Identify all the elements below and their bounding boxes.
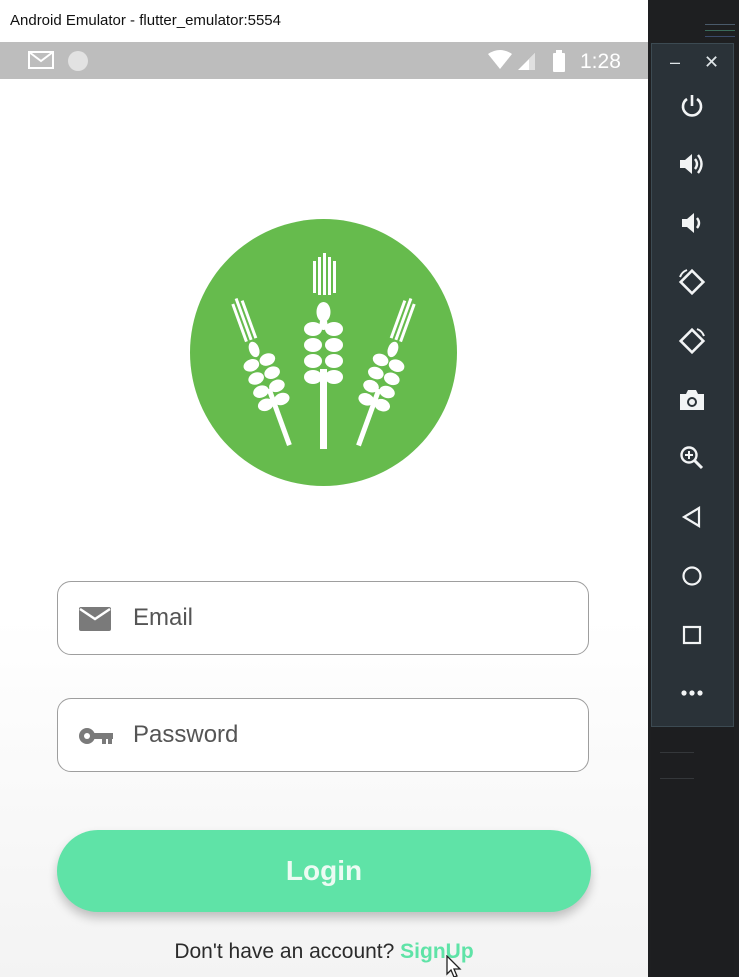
- gmail-icon: [28, 51, 54, 69]
- rotate-left-icon: [678, 268, 706, 296]
- email-placeholder: Email: [133, 604, 194, 631]
- background-line: [660, 778, 694, 779]
- volume-down-button[interactable]: [672, 203, 712, 243]
- minimize-icon[interactable]: –: [670, 52, 680, 73]
- rotate-right-icon: [678, 327, 706, 355]
- mail-icon: [79, 607, 111, 631]
- background-line: [705, 36, 735, 37]
- overview-button[interactable]: [672, 615, 712, 655]
- background-line: [705, 24, 735, 25]
- power-icon: [681, 95, 703, 117]
- signal-icon: [518, 53, 535, 70]
- rotate-right-button[interactable]: [672, 321, 712, 361]
- home-button[interactable]: [672, 556, 712, 596]
- zoom-icon: [680, 446, 704, 470]
- zoom-button[interactable]: [672, 438, 712, 478]
- login-button[interactable]: Login: [57, 830, 591, 912]
- close-icon[interactable]: ✕: [704, 52, 719, 73]
- background-panel: [651, 727, 734, 977]
- screenshot-button[interactable]: [672, 380, 712, 420]
- background-line: [660, 752, 694, 753]
- volume-down-icon: [682, 213, 701, 233]
- background-line: [705, 30, 735, 31]
- emulator-window: Android Emulator - flutter_emulator:5554…: [0, 0, 648, 977]
- window-titlebar: Android Emulator - flutter_emulator:5554: [0, 0, 648, 43]
- window-title: Android Emulator - flutter_emulator:5554: [10, 12, 281, 29]
- back-icon: [681, 506, 701, 528]
- volume-up-button[interactable]: [672, 144, 712, 184]
- battery-icon: [553, 50, 565, 72]
- volume-up-icon: [680, 154, 703, 174]
- mouse-cursor-icon: [446, 955, 462, 977]
- signup-row: Don't have an account? SignUp: [0, 940, 648, 964]
- rotate-left-button[interactable]: [672, 262, 712, 302]
- camera-icon: [680, 390, 704, 410]
- password-field[interactable]: Password: [57, 698, 589, 772]
- wifi-icon: [488, 50, 512, 69]
- email-field[interactable]: Email: [57, 581, 589, 655]
- wheat-icon: [231, 253, 416, 449]
- emulator-toolbar: – ✕: [651, 43, 734, 727]
- power-button[interactable]: [672, 86, 712, 126]
- signup-prompt: Don't have an account?: [174, 940, 395, 963]
- more-icon: [681, 690, 703, 696]
- toolbar-window-controls: – ✕: [652, 52, 733, 72]
- back-button[interactable]: [672, 497, 712, 537]
- password-placeholder: Password: [133, 721, 239, 748]
- app-logo: [190, 219, 457, 486]
- overview-icon: [682, 625, 702, 645]
- circle-icon: [68, 51, 88, 71]
- more-button[interactable]: [672, 673, 712, 713]
- android-status-bar: 1:28: [0, 42, 648, 79]
- key-icon: [79, 728, 113, 744]
- home-icon: [682, 566, 702, 586]
- status-time: 1:28: [580, 50, 621, 73]
